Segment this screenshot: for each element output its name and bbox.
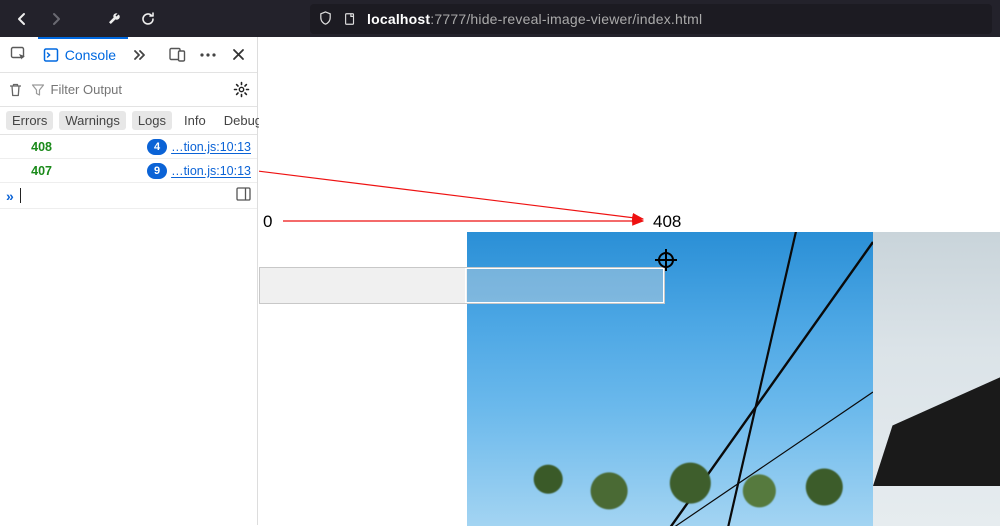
tab-console[interactable]: Console — [37, 47, 122, 63]
log-source-link[interactable]: …tion.js:10:13 — [171, 164, 251, 178]
split-console-icon — [236, 187, 251, 201]
log-source-link[interactable]: …tion.js:10:13 — [171, 140, 251, 154]
cat-info[interactable]: Info — [178, 111, 212, 130]
chevrons-right-icon — [132, 50, 148, 60]
log-count-badge: 9 — [147, 163, 167, 179]
funnel-icon — [31, 83, 45, 97]
filter-input[interactable] — [51, 78, 227, 102]
gear-icon — [233, 81, 250, 98]
cat-warnings[interactable]: Warnings — [59, 111, 125, 130]
image-right — [873, 232, 1000, 526]
clear-console-button[interactable] — [6, 77, 25, 103]
browser-toolbar: localhost:7777/hide-reveal-image-viewer/… — [0, 0, 1000, 37]
offset-end-label: 408 — [653, 212, 681, 232]
back-button[interactable] — [8, 5, 36, 33]
forward-button[interactable] — [42, 5, 70, 33]
devtools-tab-row: Console — [0, 37, 257, 73]
dots-icon — [200, 53, 216, 57]
close-devtools-button[interactable] — [226, 42, 251, 68]
wrench-button[interactable] — [100, 5, 128, 33]
picker-icon — [10, 46, 27, 63]
cat-logs[interactable]: Logs — [132, 111, 172, 130]
console-tab-label: Console — [65, 47, 116, 63]
arrow-left-icon — [14, 11, 30, 27]
url-bar[interactable]: localhost:7777/hide-reveal-image-viewer/… — [310, 4, 992, 34]
url-text: localhost:7777/hide-reveal-image-viewer/… — [367, 11, 702, 27]
console-filter-row — [0, 73, 257, 107]
crosshair-cursor — [655, 249, 677, 271]
crosshair-icon — [655, 249, 677, 271]
prompt-chevron-icon: » — [6, 188, 14, 204]
log-line[interactable]: 408 4 …tion.js:10:13 — [0, 135, 257, 159]
responsive-mode-button[interactable] — [165, 42, 190, 68]
console-settings-button[interactable] — [233, 77, 252, 103]
log-count-badge: 4 — [147, 139, 167, 155]
tab-overflow-button[interactable] — [128, 42, 153, 68]
offset-start-label: 0 — [263, 212, 272, 232]
highlight-rect — [259, 267, 665, 304]
reload-icon — [140, 11, 156, 27]
inspector-picker-button[interactable] — [6, 42, 31, 68]
close-icon — [232, 48, 245, 61]
devices-icon — [169, 47, 186, 62]
cat-errors[interactable]: Errors — [6, 111, 53, 130]
log-value: 408 — [6, 140, 52, 154]
filter-input-group — [31, 78, 227, 102]
console-icon — [43, 47, 59, 63]
shield-icon — [318, 11, 333, 26]
reload-button[interactable] — [134, 5, 162, 33]
console-prompt[interactable]: » — [0, 183, 257, 209]
meatballs-button[interactable] — [196, 42, 221, 68]
log-line[interactable]: 407 9 …tion.js:10:13 — [0, 159, 257, 183]
console-log-list: 408 4 …tion.js:10:13 407 9 …tion.js:10:1… — [0, 135, 257, 209]
arrow-right-icon — [48, 11, 64, 27]
caret — [20, 188, 21, 203]
devtools-panel: Console Errors Warnings Logs Info — [0, 37, 258, 525]
trash-icon — [8, 82, 23, 98]
wrench-icon — [106, 11, 122, 27]
log-category-row: Errors Warnings Logs Info Debug — [0, 107, 257, 135]
log-value: 407 — [6, 164, 52, 178]
page-icon — [343, 12, 357, 26]
page-viewport: 0 408 — [259, 37, 1000, 525]
